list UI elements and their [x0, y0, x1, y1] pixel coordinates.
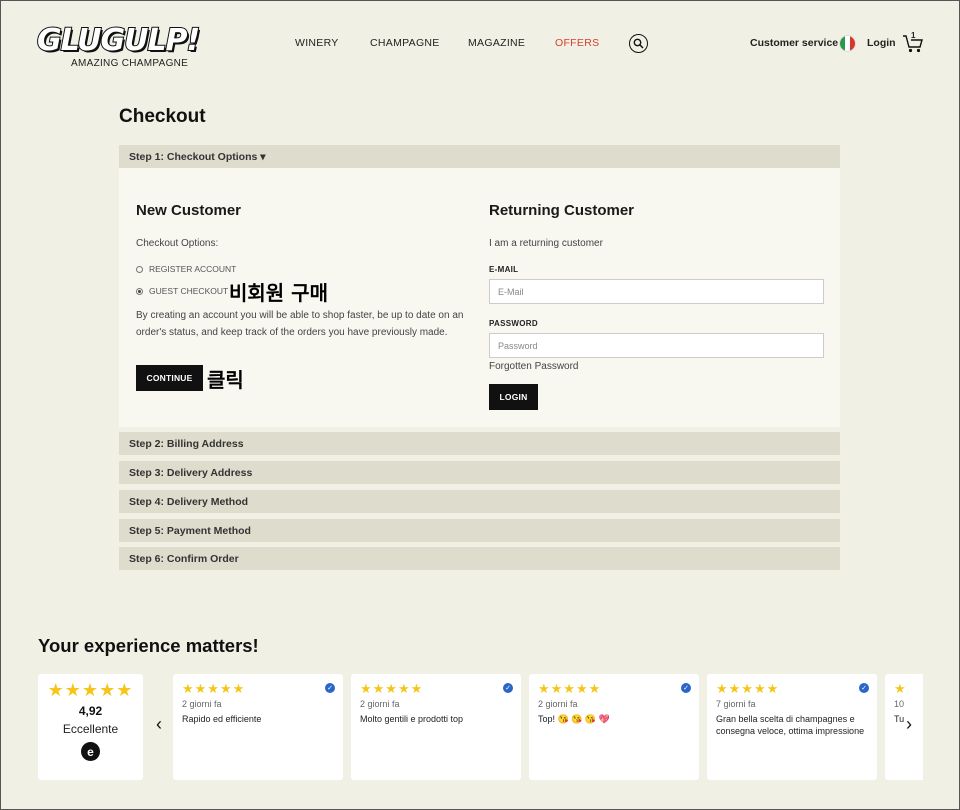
review-card: ★★★★★ ✓ 7 giorni fa Gran bella scelta di… — [707, 674, 877, 780]
review-card: ★★★★★ ✓ 2 giorni fa Top! 😘 😘 😘 💖 — [529, 674, 699, 780]
review-text: Top! 😘 😘 😘 💖 — [538, 714, 610, 724]
new-customer-title: New Customer — [136, 202, 242, 219]
review-carousel: ★★★★★ ✓ 2 giorni fa Rapido ed efficiente… — [173, 674, 923, 780]
rating-summary: ★★★★★ 4,92 Eccellente e — [38, 674, 143, 780]
password-field[interactable] — [489, 333, 824, 358]
review-stars: ★★★★★ — [538, 681, 602, 696]
login-button[interactable]: LOGIN — [489, 384, 538, 410]
page-title: Checkout — [119, 106, 206, 127]
carousel-next-icon[interactable]: › — [906, 714, 912, 735]
returning-customer-subtitle: I am a returning customer — [489, 238, 603, 249]
step-5-payment-method[interactable]: Step 5: Payment Method — [119, 519, 840, 542]
step-1-checkout-options[interactable]: Step 1: Checkout Options ▾ — [119, 145, 840, 168]
guest-checkout-label: GUEST CHECKOUT — [149, 286, 229, 296]
guest-checkout-radio[interactable] — [136, 287, 143, 295]
nav-magazine[interactable]: MAGAZINE — [468, 37, 525, 49]
verified-check-icon: ✓ — [859, 683, 869, 693]
review-text: Rapido ed efficiente — [182, 714, 262, 724]
carousel-prev-icon[interactable]: ‹ — [156, 714, 162, 735]
checkout-options-label: Checkout Options: — [136, 238, 219, 249]
nav-champagne[interactable]: CHAMPAGNE — [370, 37, 440, 49]
verified-check-icon: ✓ — [681, 683, 691, 693]
email-label: E-MAIL — [489, 265, 519, 274]
review-stars: ★★★★★ — [182, 681, 246, 696]
review-platform-logo-icon: e — [81, 742, 100, 761]
logo-tagline: AMAZING CHAMPAGNE — [71, 58, 189, 69]
logo[interactable]: GLUGULP! AMAZING CHAMPAGNE — [36, 23, 201, 73]
summary-stars: ★★★★★ — [47, 680, 134, 700]
verified-check-icon: ✓ — [325, 683, 335, 693]
cart-count-badge: 1 — [911, 31, 916, 40]
nav-offers[interactable]: OFFERS — [555, 37, 599, 49]
nav-winery[interactable]: WINERY — [295, 37, 339, 49]
review-time: 2 giorni fa — [360, 699, 400, 709]
review-time: 2 giorni fa — [538, 699, 578, 709]
review-time: 7 giorni fa — [716, 699, 756, 709]
italy-flag-icon[interactable] — [839, 35, 856, 52]
review-text: Molto gentili e prodotti top — [360, 714, 464, 724]
email-field[interactable] — [489, 279, 824, 304]
step-2-billing-address[interactable]: Step 2: Billing Address — [119, 432, 840, 455]
register-account-label: REGISTER ACCOUNT — [149, 264, 237, 274]
login-link[interactable]: Login — [867, 37, 896, 49]
step-3-delivery-address[interactable]: Step 3: Delivery Address — [119, 461, 840, 484]
logo-wordmark: GLUGULP! — [36, 23, 201, 58]
returning-customer-title: Returning Customer — [489, 202, 635, 219]
step-6-confirm-order[interactable]: Step 6: Confirm Order — [119, 547, 840, 570]
search-icon[interactable] — [629, 34, 648, 53]
forgotten-password-link[interactable]: Forgotten Password — [489, 361, 579, 372]
review-stars: ★ — [894, 681, 907, 696]
verified-check-icon: ✓ — [503, 683, 513, 693]
review-text: Gran bella scelta di champagnes e conseg… — [716, 714, 865, 736]
continue-button[interactable]: CONTINUE — [136, 365, 203, 391]
review-stars: ★★★★★ — [360, 681, 424, 696]
customer-service-link[interactable]: Customer service — [750, 37, 838, 49]
summary-score: 4,92 — [78, 704, 103, 718]
annotation-guest-purchase: 비회원 구매 — [229, 281, 328, 305]
register-account-radio[interactable] — [136, 265, 143, 273]
review-time: 10 — [894, 699, 905, 709]
review-time: 2 giorni fa — [182, 699, 222, 709]
reviews-title: Your experience matters! — [38, 635, 259, 656]
register-account-option[interactable]: REGISTER ACCOUNT — [136, 264, 236, 274]
new-customer-description: By creating an account you will be able … — [136, 310, 464, 338]
summary-rating-word: Eccellente — [62, 722, 119, 736]
review-card: ★ 10 Tu — [885, 674, 923, 780]
password-label: PASSWORD — [489, 319, 538, 328]
annotation-click: 클릭 — [207, 368, 244, 392]
review-stars: ★★★★★ — [716, 681, 780, 696]
step-4-delivery-method[interactable]: Step 4: Delivery Method — [119, 490, 840, 513]
review-card: ★★★★★ ✓ 2 giorni fa Rapido ed efficiente — [173, 674, 343, 780]
guest-checkout-option[interactable]: GUEST CHECKOUT — [136, 286, 228, 296]
review-card: ★★★★★ ✓ 2 giorni fa Molto gentili e prod… — [351, 674, 521, 780]
